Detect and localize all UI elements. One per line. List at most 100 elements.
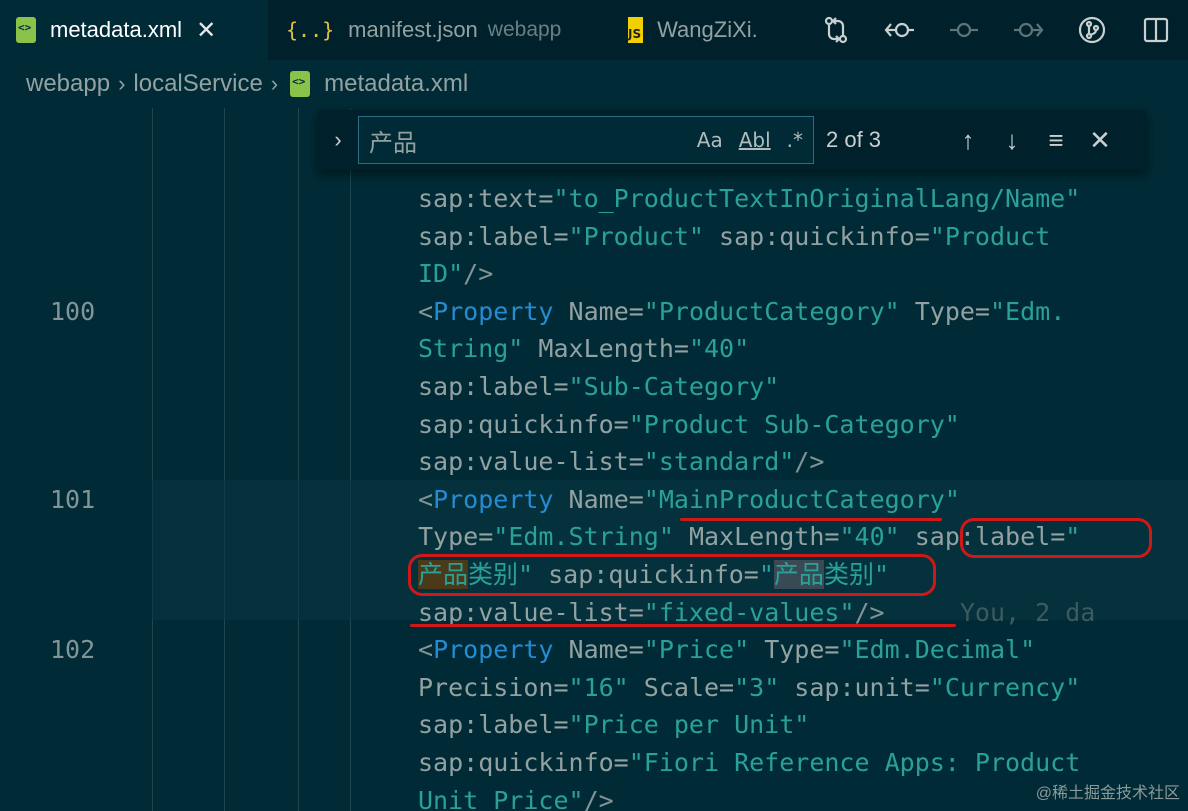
code-token: sap:label= <box>418 221 569 251</box>
code-token: sap:value-list= <box>418 597 644 627</box>
code-token: Type= <box>899 296 990 326</box>
code-token: sap:label= <box>418 372 569 401</box>
code-line: sap:text="to_ProductTextInOriginalLang/N… <box>418 180 1080 218</box>
tab-metadata-xml[interactable]: metadata.xml ✕ <box>0 0 268 60</box>
code-token: sap:quickinfo= <box>703 221 930 251</box>
code-token: < <box>418 635 434 665</box>
code-token: < <box>418 484 434 514</box>
code-line: sap:quickinfo="Product Sub-Category" <box>418 406 960 444</box>
code-token: ID" <box>418 259 464 289</box>
match-case-toggle[interactable]: Aa <box>697 128 723 152</box>
code-token: sap:quickinfo= <box>418 409 629 439</box>
previous-change-icon[interactable] <box>868 0 932 60</box>
match-count: 2 of 3 <box>826 127 882 152</box>
previous-match-icon[interactable]: ↑ <box>946 125 990 156</box>
code-line: String" MaxLength="40" <box>418 330 749 368</box>
code-token: sap:unit= <box>779 672 930 702</box>
code-line: <Property Name="ProductCategory" Type="E… <box>418 293 1065 331</box>
js-file-icon: JS <box>628 17 644 43</box>
code-token: "40" <box>688 334 750 364</box>
code-token: "Fiori Reference Apps: Product <box>628 748 1081 777</box>
code-token: Name= <box>553 484 644 514</box>
code-token: /> <box>854 597 885 627</box>
code-token: Property <box>433 484 554 514</box>
find-in-selection-icon[interactable]: ≡ <box>1034 125 1078 156</box>
git-graph-icon[interactable] <box>1060 0 1124 60</box>
code-token: MaxLength= <box>523 334 689 364</box>
line-number: 102 <box>50 635 96 665</box>
open-change-icon[interactable] <box>932 0 996 60</box>
code-token: "Edm.String" <box>493 522 674 552</box>
code-token: Precision= <box>418 672 569 702</box>
close-icon[interactable]: ✕ <box>196 16 216 45</box>
line-number: 101 <box>50 484 96 514</box>
code-line: <Property Name="MainProductCategory" <box>418 481 960 519</box>
code-token: Scale= <box>628 672 735 702</box>
tab-label: WangZiXi. <box>657 17 758 42</box>
code-token: /> <box>794 447 825 477</box>
git-blame-annotation: You, 2 da <box>884 597 1096 627</box>
code-token: Property <box>433 296 554 326</box>
tab-wangzixi-js[interactable]: JS WangZiXi. <box>588 0 758 60</box>
code-token: Unit Price" <box>418 785 584 811</box>
close-find-icon[interactable]: ✕ <box>1078 125 1122 156</box>
code-token: "Currency" <box>929 672 1081 702</box>
indent-guide <box>350 108 351 811</box>
code-token: "Product" <box>568 221 704 251</box>
code-token: "standard" <box>643 447 795 477</box>
code-editor[interactable]: sap:text="to_ProductTextInOriginalLang/N… <box>0 108 1188 811</box>
code-token: MaxLength= <box>673 522 840 552</box>
code-token: Name= <box>553 635 644 665</box>
annotation-underline <box>680 518 942 521</box>
code-token: "Edm. <box>989 296 1066 326</box>
compare-changes-icon[interactable] <box>804 0 868 60</box>
code-line: sap:label="Price per Unit" <box>418 706 809 744</box>
code-line: sap:label="Product" sap:quickinfo="Produ… <box>418 218 1050 256</box>
toggle-replace-icon[interactable]: › <box>318 127 358 153</box>
chevron-right-icon: › <box>118 71 126 96</box>
watermark: @稀土掘金技术社区 <box>1035 785 1180 802</box>
code-token: /> <box>583 785 614 811</box>
code-token: sap:text= <box>418 184 554 213</box>
indent-guide <box>224 108 225 811</box>
indent-guide <box>152 108 153 811</box>
code-token: "Price per Unit" <box>568 710 810 740</box>
regex-toggle[interactable]: .* <box>787 128 803 152</box>
split-editor-icon[interactable] <box>1124 0 1188 60</box>
breadcrumb-item-localservice[interactable]: localService <box>133 70 262 98</box>
code-token: Property <box>433 635 554 665</box>
xml-file-icon <box>16 17 36 43</box>
code-token: "Product Sub-Category" <box>628 409 960 439</box>
code-line: Precision="16" Scale="3" sap:unit="Curre… <box>418 669 1080 707</box>
code-token: "16" <box>568 672 629 702</box>
find-input[interactable] <box>369 126 681 154</box>
line-number: 100 <box>50 296 96 326</box>
tab-detail: webapp <box>487 18 562 41</box>
code-line: sap:label="Sub-Category" <box>418 368 779 406</box>
code-token: "Product <box>929 221 1051 251</box>
whole-word-toggle[interactable]: Abl <box>739 128 771 152</box>
code-token: String" <box>418 334 524 364</box>
tab-label: manifest.json <box>348 17 478 42</box>
tab-label: metadata.xml <box>50 17 183 42</box>
tab-bar: metadata.xml ✕ {..} manifest.json webapp… <box>0 0 1188 60</box>
code-token: sap:quickinfo= <box>418 748 629 777</box>
breadcrumb-item-webapp[interactable]: webapp <box>26 70 110 98</box>
code-line: sap:value-list="standard"/> <box>418 443 824 481</box>
code-token: Name= <box>553 296 644 326</box>
xml-file-icon <box>290 71 311 97</box>
code-token: "ProductCategory" <box>643 296 900 326</box>
code-token: "3" <box>734 672 780 702</box>
json-file-icon: {..} <box>286 18 335 42</box>
breadcrumb-item-file[interactable]: metadata.xml <box>324 70 468 98</box>
code-token: "fixed-values" <box>643 597 855 627</box>
next-change-icon[interactable] <box>996 0 1060 60</box>
code-token: sap:value-list= <box>418 447 644 477</box>
next-match-icon[interactable]: ↓ <box>990 125 1034 156</box>
code-line: ID"/> <box>418 255 493 293</box>
annotation-oval <box>408 554 936 596</box>
tab-manifest-json[interactable]: {..} manifest.json webapp <box>268 0 588 60</box>
code-token: "Sub-Category" <box>568 372 780 401</box>
find-input-box: Aa Abl .* <box>358 116 814 164</box>
code-token: /> <box>463 259 494 289</box>
